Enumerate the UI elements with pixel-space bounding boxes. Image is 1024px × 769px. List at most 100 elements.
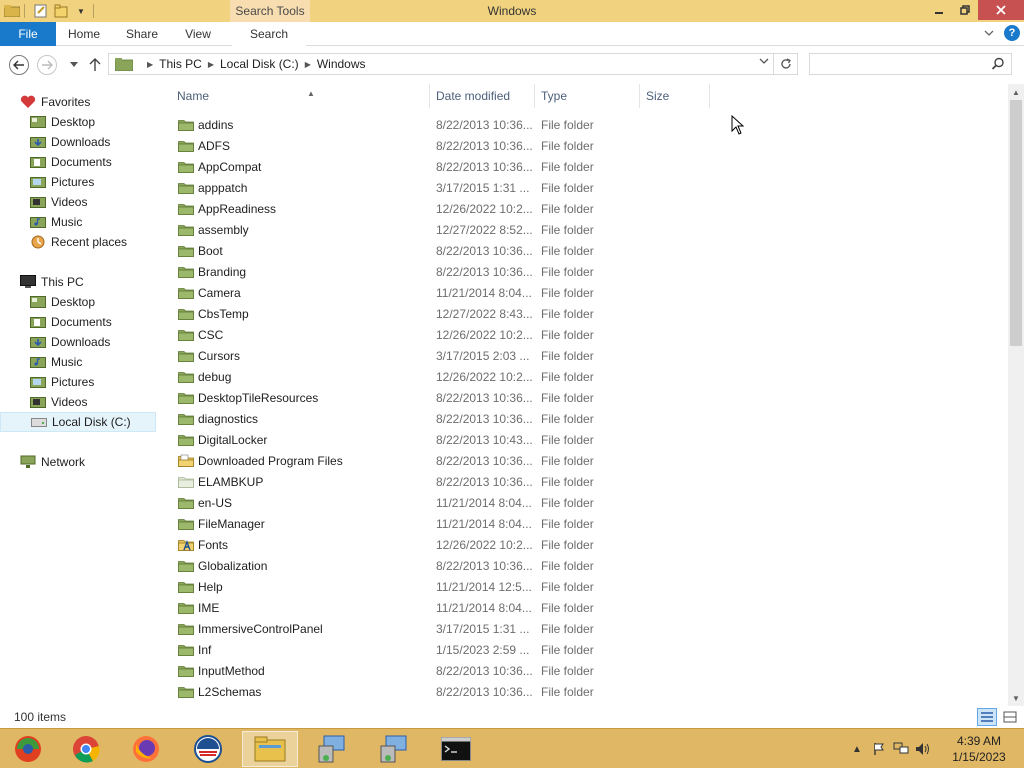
file-name-cell[interactable]: Globalization (178, 559, 267, 573)
taskbar-app-icon-4[interactable] (180, 731, 236, 767)
clock[interactable]: 4:39 AM 1/15/2023 (934, 733, 1024, 765)
file-row[interactable]: DigitalLocker 8/22/2013 10:43... File fold… (160, 429, 1008, 450)
tab-file[interactable]: File (0, 22, 56, 46)
file-name-cell[interactable]: AppReadiness (178, 202, 276, 216)
nav-fav-recent-places[interactable]: Recent places (0, 232, 156, 252)
breadcrumb-windows[interactable]: Windows (317, 57, 366, 71)
file-name-cell[interactable]: InputMethod (178, 664, 265, 678)
breadcrumb-chevron-icon[interactable]: ▶ (208, 60, 214, 69)
file-name-cell[interactable]: Cursors (178, 349, 240, 363)
file-name-cell[interactable]: Branding (178, 265, 246, 279)
file-row[interactable]: ADFS 8/22/2013 10:36... File folder (160, 135, 1008, 156)
search-icon[interactable] (991, 57, 1005, 71)
file-name-cell[interactable]: apppatch (178, 181, 247, 195)
nav-network[interactable]: Network (0, 452, 156, 472)
file-name-cell[interactable]: Downloaded Program Files (178, 454, 343, 468)
file-row[interactable]: apppatch 3/17/2015 1:31 ... File folder (160, 177, 1008, 198)
breadcrumb-chevron-icon[interactable]: ▶ (305, 60, 311, 69)
file-name-cell[interactable]: DigitalLocker (178, 433, 267, 447)
show-hidden-icons-icon[interactable]: ▲ (848, 741, 866, 757)
folder-window-icon[interactable] (4, 3, 20, 19)
file-name-cell[interactable]: diagnostics (178, 412, 258, 426)
nav-fav-music[interactable]: Music (0, 212, 156, 232)
file-row[interactable]: en-US 11/21/2014 8:04... File folder (160, 492, 1008, 513)
file-name-cell[interactable]: Inf (178, 643, 211, 657)
column-header-type[interactable]: Type (535, 84, 640, 108)
firefox-icon[interactable] (118, 731, 174, 767)
scroll-thumb[interactable] (1010, 100, 1022, 346)
file-name-cell[interactable]: Camera (178, 286, 241, 300)
file-row[interactable]: InputMethod 8/22/2013 10:36... File folder (160, 660, 1008, 681)
taskbar-app-icon-1[interactable] (0, 731, 56, 767)
scroll-up-icon[interactable]: ▲ (1008, 84, 1024, 100)
file-row[interactable]: CbsTemp 12/27/2022 8:43... File folder (160, 303, 1008, 324)
new-folder-icon[interactable] (53, 3, 69, 19)
nav-pc-desktop[interactable]: Desktop (0, 292, 156, 312)
file-name-cell[interactable]: assembly (178, 223, 249, 237)
up-button[interactable] (85, 55, 105, 75)
nav-fav-videos[interactable]: Videos (0, 192, 156, 212)
expand-ribbon-icon[interactable] (984, 26, 994, 40)
file-row[interactable]: L2Schemas 8/22/2013 10:36... File folder (160, 681, 1008, 702)
nav-fav-downloads[interactable]: Downloads (0, 132, 156, 152)
file-row[interactable]: Boot 8/22/2013 10:36... File folder (160, 240, 1008, 261)
file-row[interactable]: DesktopTileResources 8/22/2013 10:36... Fi… (160, 387, 1008, 408)
file-row[interactable]: Globalization 8/22/2013 10:36... File fold… (160, 555, 1008, 576)
refresh-button[interactable] (774, 53, 798, 75)
file-row[interactable]: Help 11/21/2014 12:5... File folder (160, 576, 1008, 597)
file-name-cell[interactable]: en-US (178, 496, 232, 510)
chrome-icon[interactable] (58, 731, 114, 767)
file-name-cell[interactable]: ImmersiveControlPanel (178, 622, 323, 636)
file-name-cell[interactable]: FileManager (178, 517, 265, 531)
file-row[interactable]: FileManager 11/21/2014 8:04... File folder (160, 513, 1008, 534)
file-name-cell[interactable]: ADFS (178, 139, 230, 153)
details-view-button[interactable] (977, 708, 997, 726)
nav-fav-pictures[interactable]: Pictures (0, 172, 156, 192)
remote-desktop-icon-1[interactable] (304, 731, 360, 767)
properties-icon[interactable] (33, 3, 49, 19)
back-button[interactable] (9, 55, 29, 75)
large-icons-view-button[interactable] (1000, 708, 1020, 726)
search-box[interactable] (809, 53, 1012, 75)
address-bar[interactable]: ▶ This PC ▶ Local Disk (C:) ▶ Windows (108, 53, 774, 75)
file-name-cell[interactable]: Help (178, 580, 223, 594)
file-name-cell[interactable]: addins (178, 118, 233, 132)
tab-share[interactable]: Share (118, 22, 166, 46)
help-icon[interactable]: ? (1004, 25, 1020, 41)
file-row[interactable]: Cursors 3/17/2015 2:03 ... File folder (160, 345, 1008, 366)
nav-pc-local-disk[interactable]: Local Disk (C:) (0, 412, 156, 432)
file-row[interactable]: Inf 1/15/2023 2:59 ... File folder (160, 639, 1008, 660)
forward-button[interactable] (37, 55, 57, 75)
file-row[interactable]: Camera 11/21/2014 8:04... File folder (160, 282, 1008, 303)
tab-search[interactable]: Search (232, 22, 306, 46)
tab-view[interactable]: View (176, 22, 220, 46)
file-row[interactable]: Downloaded Program Files 8/22/2013 10:36.… (160, 450, 1008, 471)
file-name-cell[interactable]: debug (178, 370, 231, 384)
file-explorer-taskbar-button[interactable] (242, 731, 298, 767)
file-name-cell[interactable]: IME (178, 601, 219, 615)
file-name-cell[interactable]: CSC (178, 328, 223, 342)
qat-customize-icon[interactable]: ▼ (73, 3, 89, 19)
file-row[interactable]: addins 8/22/2013 10:36... File folder (160, 114, 1008, 135)
restore-button[interactable] (952, 0, 978, 20)
nav-favorites[interactable]: Favorites (0, 92, 156, 112)
file-row[interactable]: ELAMBKUP 8/22/2013 10:36... File folder (160, 471, 1008, 492)
breadcrumb-chevron-icon[interactable]: ▶ (147, 60, 153, 69)
command-prompt-icon[interactable] (428, 731, 484, 767)
breadcrumb-local-disk[interactable]: Local Disk (C:) (220, 57, 299, 71)
file-row[interactable]: Branding 8/22/2013 10:36... File folder (160, 261, 1008, 282)
minimize-button[interactable] (926, 0, 952, 20)
file-row[interactable]: debug 12/26/2022 10:2... File folder (160, 366, 1008, 387)
title-bar[interactable]: ▼ Search Tools Windows (0, 0, 1024, 22)
remote-desktop-icon-2[interactable] (366, 731, 422, 767)
network-tray-icon[interactable] (892, 741, 910, 757)
address-dropdown-icon[interactable] (759, 57, 769, 67)
nav-pc-pictures[interactable]: Pictures (0, 372, 156, 392)
file-row[interactable]: diagnostics 8/22/2013 10:36... File folder (160, 408, 1008, 429)
file-name-cell[interactable]: CbsTemp (178, 307, 249, 321)
file-row[interactable]: ImmersiveControlPanel 3/17/2015 1:31 ... F… (160, 618, 1008, 639)
file-row[interactable]: Fonts 12/26/2022 10:2... File folder (160, 534, 1008, 555)
file-name-cell[interactable]: DesktopTileResources (178, 391, 318, 405)
volume-icon[interactable] (914, 741, 932, 757)
file-name-cell[interactable]: Fonts (178, 538, 228, 552)
